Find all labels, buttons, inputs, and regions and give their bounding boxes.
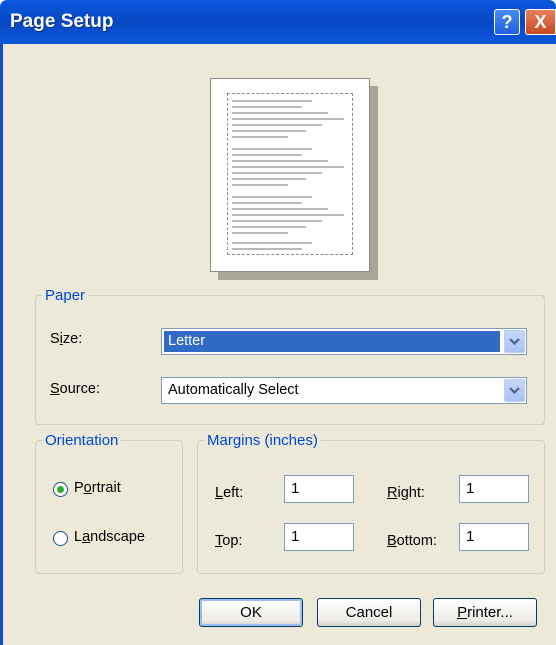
right-margin-label: Right: (387, 485, 425, 501)
landscape-radio[interactable] (53, 531, 68, 546)
size-dropdown-button[interactable] (504, 330, 525, 353)
size-value: Letter (164, 331, 500, 352)
source-label: Source: (50, 381, 100, 397)
portrait-radio[interactable] (53, 482, 68, 497)
preview-text-line (232, 232, 288, 234)
paper-legend: Paper (45, 287, 86, 304)
top-margin-value: 1 (291, 528, 300, 545)
orientation-legend: Orientation (45, 432, 119, 449)
chevron-down-icon (509, 387, 520, 395)
preview-text-line (232, 100, 312, 102)
preview-text-line (232, 148, 312, 150)
cancel-button[interactable]: Cancel (317, 598, 421, 627)
preview-text-line (232, 130, 306, 132)
preview-text-line (232, 242, 312, 244)
orientation-group: Orientation (35, 432, 183, 574)
preview-text-line (232, 214, 344, 216)
left-margin-value: 1 (291, 480, 300, 497)
radio-selected-dot (57, 486, 64, 493)
preview-text-line (232, 196, 312, 198)
preview-text-line (232, 124, 322, 126)
right-margin-value: 1 (466, 480, 475, 497)
preview-text-line (232, 202, 302, 204)
bottom-margin-label: Bottom: (387, 533, 437, 549)
page-setup-dialog: Page Setup ? X Paper Size: Letter Source… (0, 0, 556, 645)
preview-text-line (232, 208, 328, 210)
preview-margin-outline (227, 93, 353, 255)
ok-button[interactable]: OK (199, 598, 303, 627)
preview-text-line (232, 112, 328, 114)
left-margin-label: Left: (215, 485, 244, 501)
chevron-down-icon (509, 338, 520, 346)
source-value: Automatically Select (168, 382, 299, 398)
portrait-label[interactable]: Portrait (74, 480, 121, 496)
preview-text-line (232, 166, 344, 168)
dialog-body: Paper Size: Letter Source: Automatically… (0, 44, 556, 645)
preview-text-line (232, 172, 322, 174)
preview-text-line (232, 178, 306, 180)
landscape-label[interactable]: Landscape (74, 529, 145, 545)
close-button[interactable]: X (525, 9, 556, 35)
preview-text-line (232, 226, 306, 228)
preview-text-line (232, 118, 344, 120)
margins-group: Margins (inches) (197, 432, 545, 574)
preview-text-line (232, 136, 288, 138)
margins-legend: Margins (inches) (207, 432, 318, 449)
preview-text-line (232, 184, 288, 186)
top-margin-input[interactable]: 1 (284, 523, 354, 551)
preview-text-line (232, 154, 302, 156)
size-dropdown[interactable]: Letter (161, 328, 527, 355)
preview-text-line (232, 160, 328, 162)
bottom-margin-input[interactable]: 1 (459, 523, 529, 551)
title-bar[interactable]: Page Setup ? X (0, 0, 556, 44)
paper-group: Paper (35, 287, 545, 425)
printer-button[interactable]: Printer... (433, 598, 537, 627)
bottom-margin-value: 1 (466, 528, 475, 545)
size-label: Size: (50, 331, 83, 347)
source-dropdown[interactable]: Automatically Select (161, 377, 527, 404)
preview-text-line (232, 106, 302, 108)
top-margin-label: Top: (215, 533, 243, 549)
preview-text-line (232, 220, 322, 222)
source-dropdown-button[interactable] (504, 379, 525, 402)
right-margin-input[interactable]: 1 (459, 475, 529, 503)
preview-text-line (232, 248, 302, 250)
left-margin-input[interactable]: 1 (284, 475, 354, 503)
help-button[interactable]: ? (494, 9, 520, 35)
window-title: Page Setup (10, 11, 114, 32)
preview-page (210, 78, 370, 272)
